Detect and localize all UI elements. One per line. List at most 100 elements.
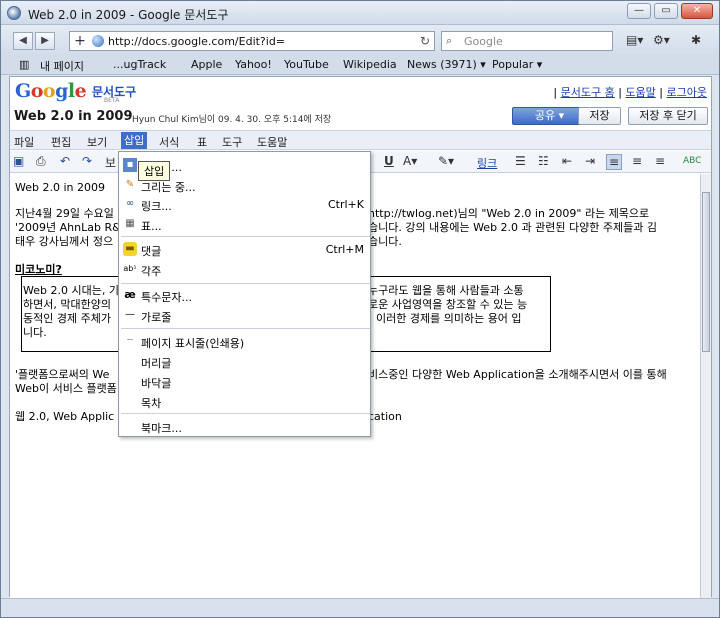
doc-text: 습니다. 강의 내용에는 Web 2.0 과 관련된 다양한 주제들과 김 (368, 221, 657, 234)
back-button[interactable]: ◀ (13, 32, 33, 50)
font-style-dropdown[interactable]: 보 (105, 154, 116, 171)
search-field[interactable]: ⌕ Google (441, 31, 613, 51)
bullet-list-icon[interactable]: ☷ (538, 154, 549, 168)
doc-text: 습니다. (368, 235, 402, 248)
print-icon[interactable]: ⎙ (36, 154, 46, 169)
undo-icon[interactable]: ↶ (60, 154, 70, 168)
reload-icon[interactable]: ↻ (420, 34, 430, 48)
align-left-icon[interactable]: ≡ (606, 154, 623, 170)
minimize-button[interactable]: — (627, 3, 651, 19)
close-button[interactable]: ✕ (681, 3, 713, 19)
bookmarks-book-icon[interactable]: ▥ (19, 58, 29, 71)
bookmark-item[interactable]: Popular ▾ (492, 58, 542, 71)
menu-item-comment[interactable]: ▬ 댓글 Ctrl+M (119, 240, 370, 259)
text-color-button[interactable]: A▾ (403, 154, 417, 168)
footnote-icon: ab¹ (123, 264, 137, 273)
align-center-icon[interactable]: ≡ (632, 154, 642, 168)
indent-icon[interactable]: ⇥ (585, 154, 595, 168)
table-icon: ▦ (125, 218, 135, 229)
menu-item-hrule[interactable]: — 가로줄 (119, 306, 370, 325)
docs-home-link[interactable]: 문서도구 홈 (561, 86, 615, 99)
help-link[interactable]: 도움말 (625, 86, 655, 99)
menu-item-header[interactable]: 머리글 (119, 352, 370, 371)
bookmark-item[interactable]: ...ugTrack (113, 58, 166, 71)
add-bookmark-icon[interactable]: + (73, 33, 87, 49)
bookmark-item[interactable]: 내 페이지 (40, 58, 84, 74)
save-button[interactable]: 저장 (578, 107, 621, 125)
menu-help[interactable]: 도움말 (257, 134, 287, 150)
link-button[interactable]: 링크 (477, 155, 497, 171)
menu-item-bookmark[interactable]: 북마크... (119, 417, 370, 436)
underline-button[interactable]: U (384, 154, 394, 168)
page-menu-icon[interactable]: ▤▾ (626, 33, 643, 47)
menu-view[interactable]: 보기 (87, 134, 107, 150)
menu-item-link[interactable]: ∞ 링크... Ctrl+K (119, 195, 370, 214)
google-logo[interactable]: Google (15, 80, 87, 102)
bookmark-item[interactable]: Wikipedia (343, 58, 397, 71)
highlight-color-button[interactable]: ✎▾ (438, 154, 454, 168)
browser-window: Web 2.0 in 2009 - Google 문서도구 — ▭ ✕ ◀ ▶ … (0, 0, 720, 618)
bookmarks-bar: ▥ 내 페이지 ...ugTrack Apple Yahoo! YouTube … (1, 55, 719, 75)
doc-text: 로운 사업영역을 창조할 수 있는 능 (368, 298, 528, 311)
bug-icon[interactable]: ✱ (691, 33, 701, 47)
doc-text: '2009년 AhnLab R& (15, 221, 121, 234)
doc-text: 이러한 경제를 의미하는 용어 입 (376, 312, 522, 325)
numbered-list-icon[interactable]: ☰ (515, 154, 526, 168)
site-globe-icon (92, 35, 104, 47)
menu-edit[interactable]: 편집 (51, 134, 71, 150)
insert-tooltip: 삽입 (138, 161, 171, 181)
address-bar[interactable]: + http://docs.google.com/Edit?id= ↻ (69, 31, 435, 51)
menu-item-special-char[interactable]: æ 특수문자... (119, 286, 370, 305)
doc-text: Web이 서비스 플랫폼 (15, 382, 117, 395)
docs-header: Google 문서도구 BETA | 문서도구 홈 | 도움말 | 로그아웃 W… (10, 77, 711, 129)
save-status: Hyun Chul Kim님이 09. 4. 30. 오후 5:14에 저장 (132, 115, 332, 125)
menu-item-toc[interactable]: 목차 (119, 392, 370, 411)
doc-text: cation (368, 410, 402, 423)
spellcheck-icon[interactable]: ABC (683, 156, 701, 166)
doc-text: 니다. (23, 326, 47, 339)
share-button[interactable]: 공유 ▾ (512, 107, 587, 125)
align-right-icon[interactable]: ≡ (655, 154, 665, 168)
window-title: Web 2.0 in 2009 - Google 문서도구 (28, 8, 229, 22)
doc-text: 태우 강사님께서 정으 (15, 235, 114, 248)
menu-item-pagebreak[interactable]: ┄ 페이지 표시줄(인쇄용) (119, 332, 370, 351)
menu-separator (121, 283, 370, 284)
document-title[interactable]: Web 2.0 in 2009 (14, 109, 133, 124)
logout-link[interactable]: 로그아웃 (667, 86, 707, 99)
bookmark-item[interactable]: News (3971) ▾ (407, 58, 486, 71)
menu-item-footnote[interactable]: ab¹ 각주 (119, 260, 370, 279)
link-icon: ∞ (125, 198, 135, 209)
menu-bar: 파일 편집 보기 삽입 서식 표 도구 도움말 (10, 130, 711, 150)
redo-icon[interactable]: ↷ (82, 154, 92, 168)
forward-button[interactable]: ▶ (35, 32, 55, 50)
drawing-icon: ✎ (125, 179, 135, 190)
image-icon: ▪ (123, 158, 137, 172)
url-text[interactable]: http://docs.google.com/Edit?id= (108, 35, 285, 48)
menu-format[interactable]: 서식 (159, 134, 179, 150)
doc-text: 비스중인 다양한 Web Application을 소개해주시면서 이를 통해 (368, 368, 667, 381)
save-disk-icon[interactable]: ▣ (13, 154, 24, 168)
menu-insert[interactable]: 삽입 (121, 132, 148, 149)
menu-tools[interactable]: 도구 (222, 134, 242, 150)
outdent-icon[interactable]: ⇤ (562, 154, 572, 168)
browser-app-icon (7, 6, 21, 20)
navigation-bar: ◀ ▶ + http://docs.google.com/Edit?id= ↻ … (1, 25, 719, 55)
gear-icon[interactable]: ⚙▾ (653, 33, 670, 47)
status-bar (1, 598, 719, 617)
vertical-scrollbar[interactable] (700, 174, 711, 598)
menu-file[interactable]: 파일 (14, 134, 34, 150)
maximize-button[interactable]: ▭ (654, 3, 678, 19)
menu-table[interactable]: 표 (197, 134, 207, 150)
bookmark-item[interactable]: Apple (191, 58, 222, 71)
doc-text: http://twlog.net)님의 "Web 2.0 in 2009" 라는… (368, 207, 650, 220)
doc-text: 지난4월 29일 수요일 (15, 207, 114, 220)
scrollbar-thumb[interactable] (702, 192, 710, 352)
menu-separator (121, 236, 370, 237)
bookmark-item[interactable]: YouTube (284, 58, 329, 71)
bookmark-item[interactable]: Yahoo! (235, 58, 272, 71)
menu-item-footer[interactable]: 바닥글 (119, 372, 370, 391)
save-close-button[interactable]: 저장 후 닫기 (628, 107, 708, 125)
beta-badge: BETA (104, 97, 120, 104)
menu-item-table[interactable]: ▦ 표... (119, 215, 370, 234)
comment-icon: ▬ (123, 242, 137, 256)
